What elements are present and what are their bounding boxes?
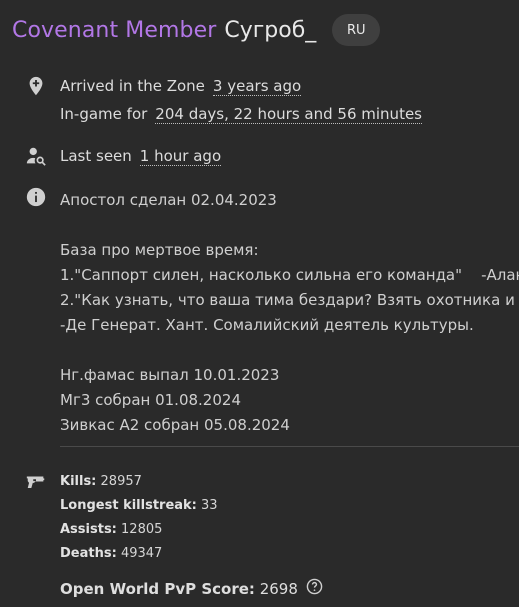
- bio-line: 2."Как узнать, что ваша тима бездари? Вз…: [60, 291, 519, 309]
- kills-label: Kills:: [60, 474, 97, 489]
- bio-line: База про мертвое время:: [60, 241, 259, 259]
- player-nickname: Сугроб_: [224, 17, 317, 43]
- bio-line: 1."Саппорт силен, насколько сильна его к…: [60, 266, 519, 284]
- deaths-value: 49347: [120, 546, 163, 561]
- arrival-label: Arrived in the Zone: [60, 77, 205, 95]
- kills-value: 28957: [100, 474, 142, 489]
- last-seen-value[interactable]: 1 hour ago: [139, 147, 222, 166]
- bio-line: Зивкас А2 собран 05.08.2024: [60, 416, 290, 434]
- profile-page: Covenant Member Сугроб_ RU Arrived in th…: [0, 0, 519, 607]
- killstreak-value: 33: [201, 498, 218, 513]
- help-circle-icon[interactable]: [306, 578, 323, 595]
- pvp-score-row: Open World PvP Score: 2698: [60, 578, 323, 598]
- assists-value: 12805: [121, 522, 163, 537]
- rank-title: Covenant Member: [12, 17, 217, 43]
- language-badge[interactable]: RU: [332, 14, 381, 46]
- location-pin-add-icon: [25, 75, 47, 97]
- deaths-label: Deaths:: [60, 546, 117, 561]
- deaths-stat: Deaths: 49347: [60, 546, 162, 561]
- profile-header: Covenant Member Сугроб_ RU: [12, 14, 381, 46]
- last-seen-label: Last seen: [60, 147, 132, 165]
- bio-line: Апостол сделан 02.04.2023: [60, 191, 277, 209]
- arrival-row: Arrived in the Zone 3 years ago: [60, 77, 302, 96]
- profile-bio: Апостол сделан 02.04.2023 База про мертво…: [60, 188, 519, 438]
- person-search-icon: [25, 145, 47, 167]
- killstreak-label: Longest killstreak:: [60, 498, 197, 513]
- section-divider: [60, 446, 519, 447]
- ingame-label: In-game for: [60, 105, 148, 123]
- assists-stat: Assists: 12805: [60, 522, 162, 537]
- arrival-value[interactable]: 3 years ago: [212, 77, 302, 96]
- last-seen-row: Last seen 1 hour ago: [60, 147, 222, 166]
- bio-line: -Де Генерат. Хант. Сомалийский деятель к…: [60, 316, 474, 334]
- info-icon: [25, 186, 47, 208]
- bio-line: Мг3 собран 01.08.2024: [60, 391, 241, 409]
- bio-line: [60, 338, 519, 363]
- ingame-value[interactable]: 204 days, 22 hours and 56 minutes: [155, 105, 422, 124]
- assists-label: Assists:: [60, 522, 117, 537]
- pistol-icon: [24, 471, 48, 493]
- killstreak-stat: Longest killstreak: 33: [60, 498, 218, 513]
- pvp-score-label: Open World PvP Score:: [60, 580, 255, 598]
- ingame-time-row: In-game for 204 days, 22 hours and 56 min…: [60, 105, 422, 124]
- pvp-score-value: 2698: [259, 580, 298, 598]
- bio-line: [60, 213, 519, 238]
- bio-line: Нг.фамас выпал 10.01.2023: [60, 366, 280, 384]
- kills-stat: Kills: 28957: [60, 474, 142, 489]
